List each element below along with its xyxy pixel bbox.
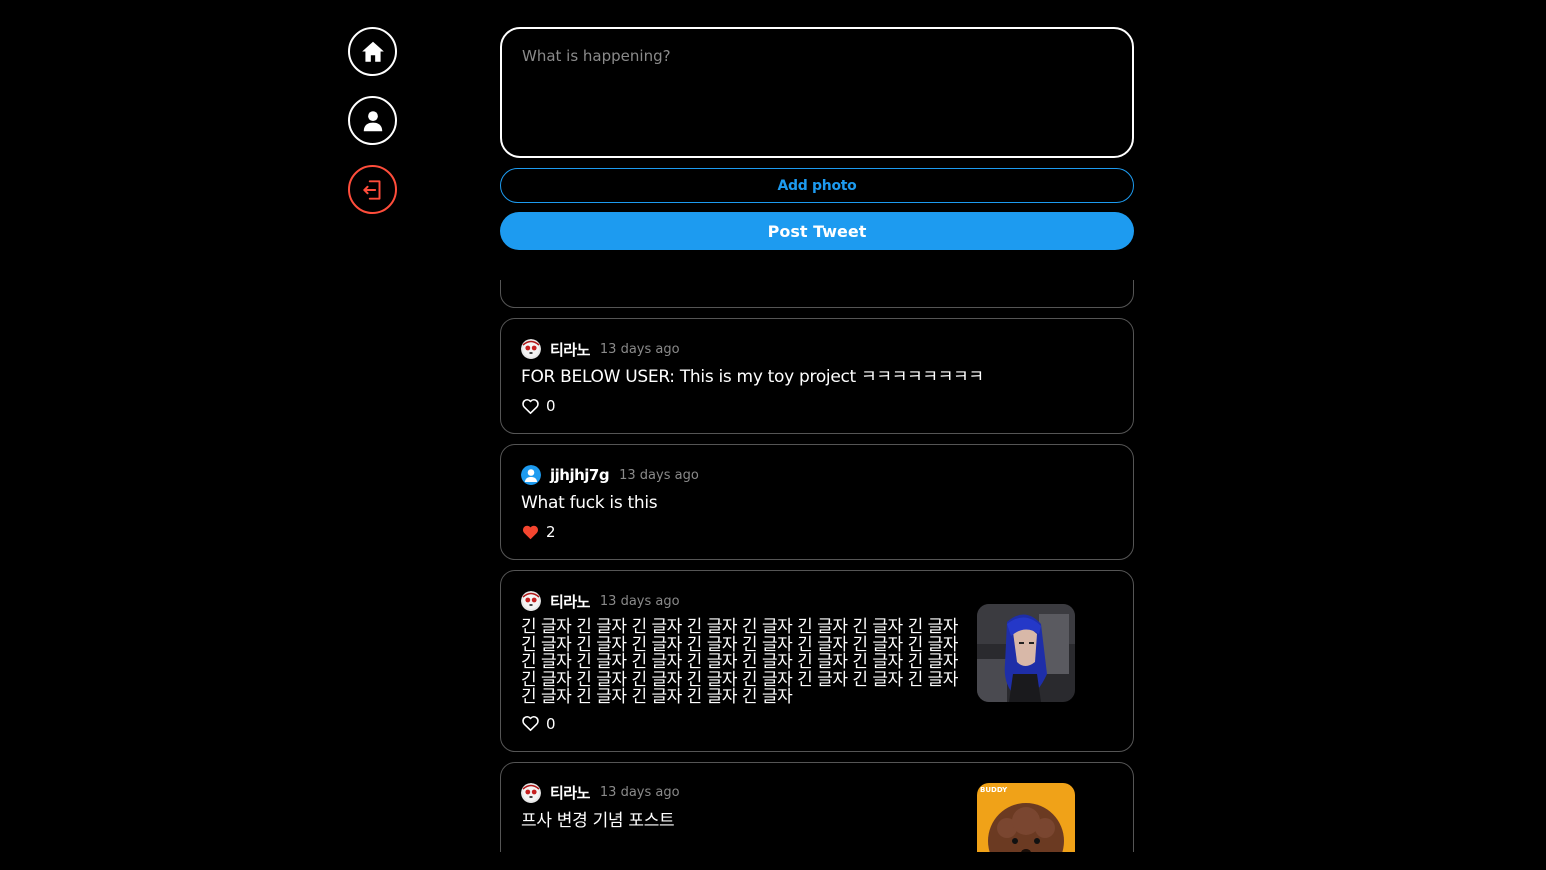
like-count: 0 bbox=[546, 397, 556, 415]
like-button[interactable]: 2 bbox=[521, 521, 1113, 543]
like-button[interactable]: 0 bbox=[521, 395, 1113, 417]
tweet-card: 티라노 13 days ago 긴 글자 긴 글자 긴 글자 긴 글자 긴 글자… bbox=[500, 570, 1134, 752]
app: Add photo Post Tweet bbox=[0, 0, 1546, 870]
tweet-card: 티라노 13 days ago FOR BELOW USER: This is … bbox=[500, 318, 1134, 434]
post-tweet-button[interactable]: Post Tweet bbox=[500, 212, 1134, 250]
tweet-timestamp: 13 days ago bbox=[599, 593, 680, 609]
tweet-text: 긴 글자 긴 글자 긴 글자 긴 글자 긴 글자 긴 글자 긴 글자 긴 글자 … bbox=[521, 617, 958, 707]
home-icon bbox=[361, 41, 384, 62]
avatar[interactable] bbox=[521, 591, 541, 611]
tweet-card: jjhjhj7g 13 days ago What fuck is this 2 bbox=[500, 444, 1134, 560]
profile-button[interactable] bbox=[348, 96, 397, 145]
user-icon bbox=[363, 110, 382, 131]
tweet-header: 티라노 13 days ago bbox=[521, 337, 1113, 361]
tweet-timestamp: 13 days ago bbox=[599, 341, 680, 357]
tweet-username: 티라노 bbox=[550, 340, 590, 359]
tweet-timestamp: 13 days ago bbox=[599, 785, 680, 800]
default-user-avatar-icon bbox=[521, 465, 541, 485]
skull-avatar-icon bbox=[521, 339, 541, 359]
heart-outline-icon bbox=[522, 398, 539, 414]
tweet-card: 티라노 13 days ago 프사 변경 기념 포스트 BUDDY bbox=[500, 761, 1134, 852]
heart-outline-icon bbox=[522, 715, 539, 732]
tweet-text: What fuck is this bbox=[521, 493, 658, 513]
tweet-username: 티라노 bbox=[550, 784, 590, 802]
like-button[interactable]: 0 bbox=[521, 713, 1113, 735]
avatar[interactable] bbox=[521, 465, 541, 485]
skull-avatar-icon bbox=[521, 591, 541, 611]
like-count: 2 bbox=[546, 523, 556, 541]
tweet-username: jjhjhj7g bbox=[550, 466, 610, 484]
like-count: 0 bbox=[546, 714, 556, 733]
tweet-username: 티라노 bbox=[550, 592, 590, 611]
heart-filled-icon bbox=[523, 525, 538, 539]
timeline[interactable]: 티라노 13 days ago FOR BELOW USER: This is … bbox=[500, 280, 1134, 852]
skull-avatar-icon bbox=[521, 782, 541, 803]
tweet-text: FOR BELOW USER: This is my toy project ㅋ… bbox=[521, 367, 984, 387]
tweet-header: jjhjhj7g 13 days ago bbox=[521, 463, 1113, 487]
tweet-timestamp: 13 days ago bbox=[619, 467, 699, 483]
sidebar bbox=[348, 27, 397, 214]
timeline-list: 티라노 13 days ago FOR BELOW USER: This is … bbox=[500, 280, 1134, 852]
add-photo-button[interactable]: Add photo bbox=[500, 168, 1134, 203]
avatar[interactable] bbox=[521, 782, 541, 803]
tweet-photo[interactable] bbox=[977, 604, 1075, 702]
logout-button[interactable] bbox=[348, 165, 397, 214]
poodle-photo: BUDDY bbox=[977, 782, 1075, 852]
home-button[interactable] bbox=[348, 27, 397, 76]
avatar[interactable] bbox=[521, 339, 541, 359]
tweet-textarea[interactable] bbox=[500, 27, 1134, 158]
tweet-photo[interactable]: BUDDY bbox=[977, 782, 1075, 852]
compose-form: Add photo Post Tweet bbox=[500, 27, 1134, 250]
logout-icon bbox=[362, 179, 380, 200]
photo-caption: BUDDY bbox=[980, 786, 1008, 794]
tweet-card bbox=[500, 280, 1134, 308]
girl-blue-hair-photo bbox=[977, 604, 1075, 702]
